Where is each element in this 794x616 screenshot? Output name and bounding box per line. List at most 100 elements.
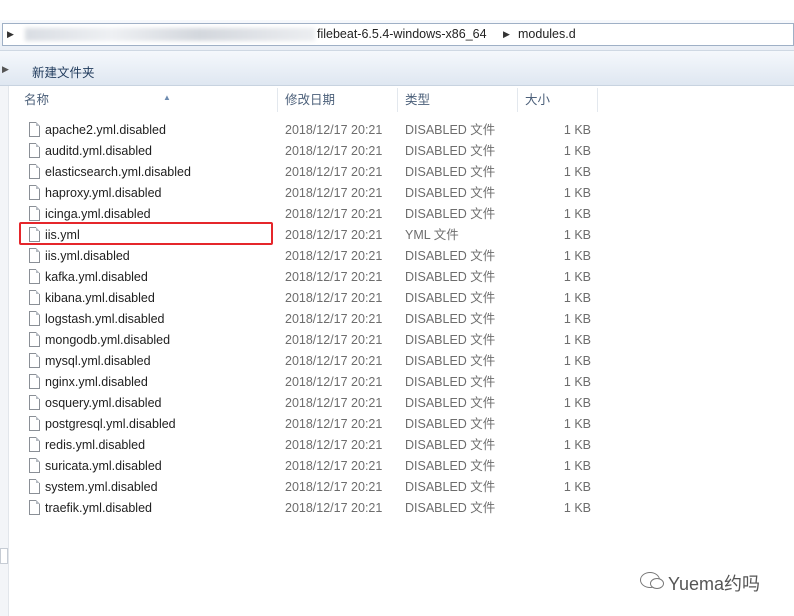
- highlight-box: [19, 222, 273, 245]
- file-row[interactable]: logstash.yml.disabled 2018/12/17 20:21 DIS…: [0, 309, 794, 330]
- file-date: 2018/12/17 20:21: [285, 144, 383, 158]
- file-size: 1 KB: [563, 333, 591, 347]
- address-bar-area: ▶ filebeat-6.5.4-windows-x86_64 ▶ module…: [0, 20, 794, 51]
- file-name: mongodb.yml.disabled: [45, 333, 171, 347]
- column-header-date[interactable]: 修改日期: [279, 88, 398, 112]
- file-date: 2018/12/17 20:21: [285, 291, 383, 305]
- column-size-label: 大小: [525, 93, 551, 107]
- file-name: osquery.yml.disabled: [45, 396, 162, 410]
- file-date: 2018/12/17 20:21: [285, 249, 383, 263]
- column-header-name[interactable]: 名称 ▲: [18, 88, 278, 112]
- toolbar-overflow-icon[interactable]: ▶: [2, 64, 9, 75]
- file-row[interactable]: nginx.yml.disabled 2018/12/17 20:21 DISABL…: [0, 372, 794, 393]
- file-name: system.yml.disabled: [45, 480, 158, 494]
- file-date: 2018/12/17 20:21: [285, 186, 383, 200]
- file-row[interactable]: kibana.yml.disabled 2018/12/17 20:21 DISAB…: [0, 288, 794, 309]
- file-type: DISABLED 文件: [405, 333, 496, 347]
- file-size: 1 KB: [563, 312, 591, 326]
- file-icon: [29, 311, 40, 326]
- file-name: redis.yml.disabled: [45, 438, 146, 452]
- column-headers: 名称 ▲ 修改日期 类型 大小: [18, 88, 598, 112]
- file-size: 1 KB: [563, 375, 591, 389]
- file-row[interactable]: elasticsearch.yml.disabled 2018/12/17 20:…: [0, 162, 794, 183]
- file-name: logstash.yml.disabled: [45, 312, 165, 326]
- file-row[interactable]: suricata.yml.disabled 2018/12/17 20:21 DIS…: [0, 456, 794, 477]
- file-type: DISABLED 文件: [405, 291, 496, 305]
- file-type: DISABLED 文件: [405, 375, 496, 389]
- file-name: auditd.yml.disabled: [45, 144, 153, 158]
- file-size: 1 KB: [563, 228, 591, 242]
- file-icon: [29, 206, 40, 221]
- column-header-type[interactable]: 类型: [399, 88, 518, 112]
- file-icon: [29, 500, 40, 515]
- file-date: 2018/12/17 20:21: [285, 207, 383, 221]
- file-type: DISABLED 文件: [405, 123, 496, 137]
- file-type: DISABLED 文件: [405, 354, 496, 368]
- file-row[interactable]: system.yml.disabled 2018/12/17 20:21 DISAB…: [0, 477, 794, 498]
- file-date: 2018/12/17 20:21: [285, 501, 383, 515]
- column-date-label: 修改日期: [285, 93, 336, 107]
- file-row[interactable]: traefik.yml.disabled 2018/12/17 20:21 DISA…: [0, 498, 794, 519]
- file-size: 1 KB: [563, 291, 591, 305]
- file-icon: [29, 458, 40, 473]
- file-icon: [29, 122, 40, 137]
- file-size: 1 KB: [563, 438, 591, 452]
- new-folder-button[interactable]: 新建文件夹: [32, 62, 95, 81]
- file-type: DISABLED 文件: [405, 249, 496, 263]
- pane-scroll-tab[interactable]: [0, 548, 8, 564]
- file-name: haproxy.yml.disabled: [45, 186, 162, 200]
- file-type: DISABLED 文件: [405, 438, 496, 452]
- file-row[interactable]: osquery.yml.disabled 2018/12/17 20:21 DISA…: [0, 393, 794, 414]
- file-date: 2018/12/17 20:21: [285, 312, 383, 326]
- file-size: 1 KB: [563, 249, 591, 263]
- file-row[interactable]: mysql.yml.disabled 2018/12/17 20:21 DISABL…: [0, 351, 794, 372]
- file-size: 1 KB: [563, 459, 591, 473]
- file-icon: [29, 269, 40, 284]
- file-icon: [29, 248, 40, 263]
- triangle-right-icon[interactable]: ▶: [7, 29, 14, 40]
- file-row[interactable]: kafka.yml.disabled 2018/12/17 20:21 DISABL…: [0, 267, 794, 288]
- file-row[interactable]: mongodb.yml.disabled 2018/12/17 20:21 DISA…: [0, 330, 794, 351]
- file-icon: [29, 374, 40, 389]
- breadcrumb-filebeat-folder[interactable]: filebeat-6.5.4-windows-x86_64: [317, 27, 487, 41]
- file-name: kafka.yml.disabled: [45, 270, 148, 284]
- address-bar[interactable]: ▶ filebeat-6.5.4-windows-x86_64 ▶ module…: [2, 23, 794, 46]
- file-row[interactable]: haproxy.yml.disabled 2018/12/17 20:21 DISA…: [0, 183, 794, 204]
- toolbar: ▶ 新建文件夹: [0, 51, 794, 86]
- file-size: 1 KB: [563, 417, 591, 431]
- file-icon: [29, 185, 40, 200]
- blurred-path-segment: [25, 28, 315, 41]
- file-icon: [29, 353, 40, 368]
- file-date: 2018/12/17 20:21: [285, 123, 383, 137]
- file-row[interactable]: postgresql.yml.disabled 2018/12/17 20:21 D…: [0, 414, 794, 435]
- file-type: DISABLED 文件: [405, 459, 496, 473]
- column-header-size[interactable]: 大小: [519, 88, 598, 112]
- file-date: 2018/12/17 20:21: [285, 165, 383, 179]
- file-row[interactable]: auditd.yml.disabled 2018/12/17 20:21 DISAB…: [0, 141, 794, 162]
- file-name: suricata.yml.disabled: [45, 459, 162, 473]
- file-date: 2018/12/17 20:21: [285, 396, 383, 410]
- triangle-right-icon[interactable]: ▶: [503, 29, 510, 40]
- file-name: apache2.yml.disabled: [45, 123, 166, 137]
- file-icon: [29, 395, 40, 410]
- file-size: 1 KB: [563, 123, 591, 137]
- file-icon: [29, 437, 40, 452]
- file-date: 2018/12/17 20:21: [285, 480, 383, 494]
- breadcrumb-modules-d[interactable]: modules.d: [518, 27, 576, 41]
- file-icon: [29, 164, 40, 179]
- file-size: 1 KB: [563, 270, 591, 284]
- file-name: elasticsearch.yml.disabled: [45, 165, 191, 179]
- file-name: kibana.yml.disabled: [45, 291, 155, 305]
- file-name: nginx.yml.disabled: [45, 375, 148, 389]
- file-row[interactable]: iis.yml.disabled 2018/12/17 20:21 DISABLED…: [0, 246, 794, 267]
- file-row[interactable]: redis.yml.disabled 2018/12/17 20:21 DISABL…: [0, 435, 794, 456]
- file-date: 2018/12/17 20:21: [285, 333, 383, 347]
- file-icon: [29, 290, 40, 305]
- watermark-text: Yuema约吗: [668, 574, 761, 594]
- file-date: 2018/12/17 20:21: [285, 459, 383, 473]
- file-type: DISABLED 文件: [405, 417, 496, 431]
- file-type: DISABLED 文件: [405, 165, 496, 179]
- file-row[interactable]: apache2.yml.disabled 2018/12/17 20:21 DISA…: [0, 120, 794, 141]
- file-name: traefik.yml.disabled: [45, 501, 152, 515]
- file-type: DISABLED 文件: [405, 144, 496, 158]
